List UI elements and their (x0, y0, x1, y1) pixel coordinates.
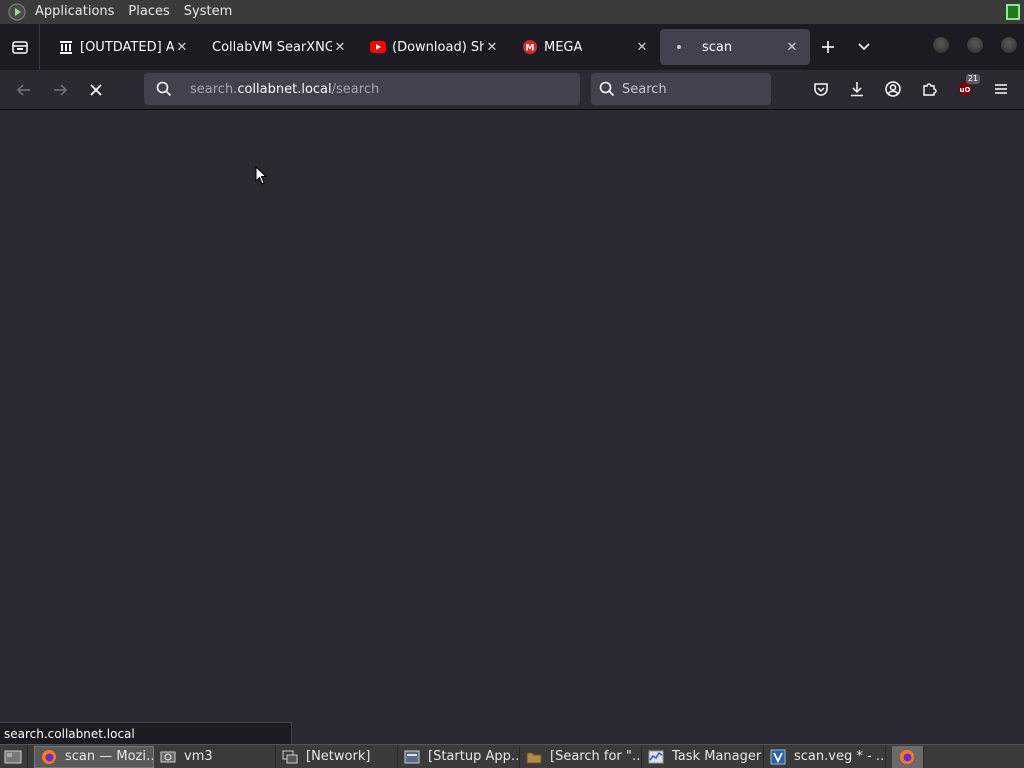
taskbar-firefox-launcher[interactable] (892, 745, 924, 768)
forward-button[interactable] (42, 74, 78, 106)
close-icon[interactable]: ✕ (174, 39, 190, 55)
firefox-icon (41, 749, 57, 765)
toolbar-actions: uO 21 (806, 74, 1016, 104)
taskbar-label: scan — Mozi… (65, 749, 154, 764)
tab-label: scan (702, 39, 733, 55)
taskbar-item-startup-apps[interactable]: [Startup App… (398, 745, 520, 768)
tray-indicator-icon[interactable] (1006, 4, 1020, 20)
menu-applications[interactable]: Applications (28, 0, 121, 24)
close-window-button[interactable] (1000, 36, 1018, 54)
account-button[interactable] (878, 74, 908, 104)
tab-outdated[interactable]: [OUTDATED] Ar ✕ (46, 29, 200, 65)
plus-icon (822, 41, 834, 53)
taskbar-item-vm3[interactable]: vm3 (154, 745, 276, 768)
taskbar-item-task-manager[interactable]: Task Manager (642, 745, 764, 768)
back-button[interactable] (6, 74, 42, 106)
window-icon (282, 749, 298, 765)
ublock-origin-button[interactable]: uO 21 (950, 74, 980, 104)
arrow-right-icon (54, 83, 68, 96)
tab-scan[interactable]: scan ✕ (660, 29, 810, 65)
window-controls (932, 36, 1018, 54)
loading-dot-icon (672, 39, 688, 55)
taskbar-label: scan.veg * - … (794, 749, 886, 764)
pocket-icon (814, 83, 828, 96)
extensions-button[interactable] (914, 74, 944, 104)
taskbar-item-firefox[interactable]: scan — Mozi… (34, 745, 154, 768)
top-panel: Applications Places System (0, 0, 1024, 24)
folder-icon (526, 749, 542, 765)
mega-icon: M (522, 39, 538, 55)
close-icon[interactable]: ✕ (484, 39, 500, 55)
maximize-button[interactable] (966, 36, 984, 54)
ublock-count-badge: 21 (965, 74, 980, 84)
download-icon (851, 82, 863, 97)
tab-download-shu[interactable]: (Download) Shu ✕ (358, 29, 510, 65)
close-icon[interactable]: ✕ (634, 39, 650, 55)
firefox-view-button[interactable] (0, 24, 40, 70)
page-content: search.collabnet.local (0, 111, 1024, 744)
arrow-left-icon (16, 83, 30, 96)
tab-collabvm-searxng[interactable]: CollabVM SearXNG ✕ (200, 29, 358, 65)
url-path: /search (331, 81, 380, 97)
task-manager-icon (648, 749, 664, 765)
downloads-button[interactable] (842, 74, 872, 104)
youtube-icon (370, 39, 386, 55)
search-placeholder: Search (622, 81, 667, 97)
taskbar: scan — Mozi… vm3 [Network] [Startup App…… (0, 744, 1024, 768)
navigation-toolbar: search. collabnet.local/search Search uO … (0, 70, 1024, 110)
taskbar-label: vm3 (184, 749, 213, 764)
menu-places[interactable]: Places (121, 0, 176, 24)
new-tab-button[interactable] (810, 29, 846, 65)
account-icon (885, 81, 901, 97)
app-menu-button[interactable] (986, 74, 1016, 104)
svg-text:M: M (526, 44, 535, 54)
taskbar-item-search-for[interactable]: [Search for "… (520, 745, 642, 768)
tab-label: MEGA (544, 39, 583, 55)
network-icon (160, 749, 176, 765)
url-prefix: search. (190, 81, 238, 97)
status-link-text: search.collabnet.local (0, 722, 292, 744)
hamburger-menu-icon (995, 84, 1007, 94)
taskbar-label: Task Manager (672, 749, 762, 764)
firefox-view-icon (11, 41, 28, 54)
startup-icon (404, 749, 420, 765)
tab-bar: [OUTDATED] Ar ✕ CollabVM SearXNG ✕ (Down… (0, 24, 1024, 70)
building-icon (58, 39, 74, 55)
url-host: collabnet.local (237, 81, 332, 97)
show-desktop-button[interactable] (0, 745, 28, 768)
stop-button[interactable] (78, 74, 114, 106)
minimize-button[interactable] (932, 36, 950, 54)
search-bar[interactable]: Search (591, 73, 771, 105)
mouse-pointer-icon (255, 166, 267, 185)
search-icon (156, 81, 172, 97)
stop-x-icon (90, 83, 102, 96)
taskbar-label: [Network] (306, 749, 371, 764)
tab-label: CollabVM SearXNG (212, 39, 332, 55)
close-icon[interactable]: ✕ (332, 39, 348, 55)
tab-mega[interactable]: M MEGA ✕ (510, 29, 660, 65)
menu-system[interactable]: System (177, 0, 239, 24)
puzzle-icon (923, 83, 937, 96)
close-icon[interactable]: ✕ (784, 39, 800, 55)
list-all-tabs-button[interactable] (846, 29, 882, 65)
tab-label: (Download) Shu (392, 39, 484, 55)
taskbar-item-network[interactable]: [Network] (276, 745, 398, 768)
svg-text:uO: uO (960, 86, 971, 94)
play-triangle-icon[interactable] (6, 0, 28, 24)
desktop-icon (4, 750, 22, 763)
search-icon (599, 81, 615, 97)
url-bar[interactable]: search. collabnet.local/search (144, 73, 580, 105)
taskbar-label: [Search for "… (550, 749, 642, 764)
vegas-icon (770, 749, 786, 765)
pocket-button[interactable] (806, 74, 836, 104)
taskbar-item-scan-veg[interactable]: scan.veg * - … (764, 745, 886, 768)
tab-label: [OUTDATED] Ar (80, 39, 174, 55)
chevron-down-icon (858, 43, 870, 51)
taskbar-label: [Startup App… (428, 749, 520, 764)
firefox-icon (899, 749, 915, 765)
